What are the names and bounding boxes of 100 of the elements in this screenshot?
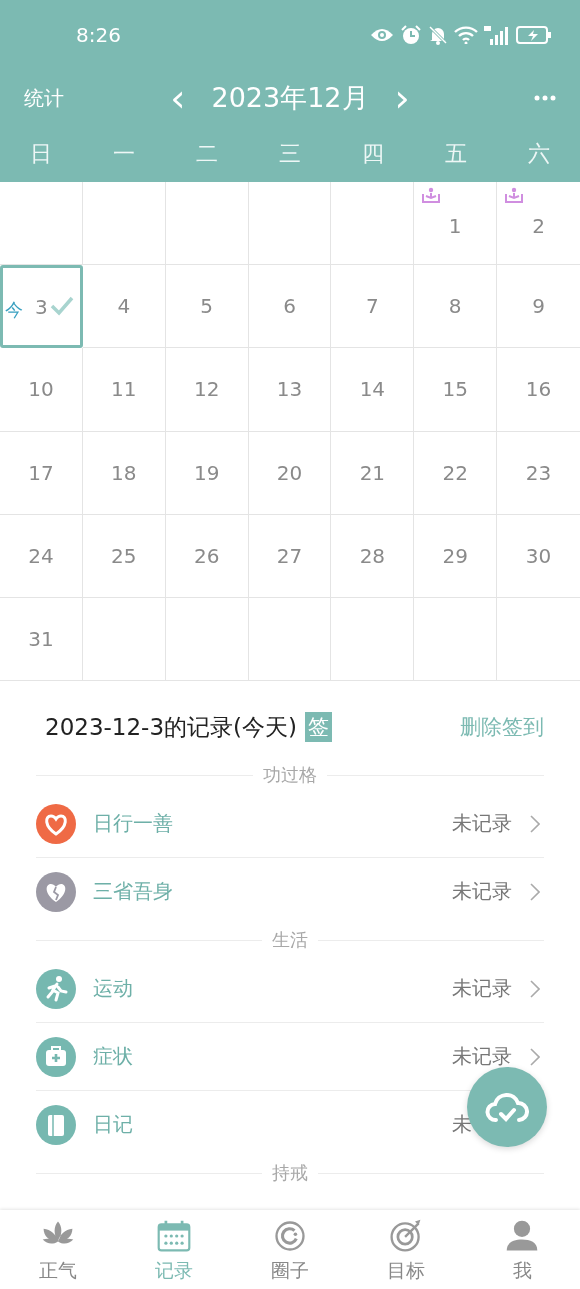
month-title: 2023年12月 (211, 81, 369, 115)
day-number: 16 (525, 377, 552, 402)
record-item-label[interactable]: 日记 (93, 1111, 133, 1139)
day-cell[interactable]: 15 (414, 348, 498, 432)
day-cell[interactable]: 19 (165, 431, 249, 515)
day-cell[interactable]: 2 (497, 182, 580, 266)
delete-sign-in-link[interactable]: 删除签到 (460, 713, 544, 742)
day-number: 7 (366, 294, 379, 319)
day-cell[interactable]: 13 (248, 348, 332, 432)
nav-tab[interactable]: 记录 (116, 1210, 232, 1289)
day-number: 27 (276, 543, 303, 568)
chevron-right-icon (530, 814, 540, 833)
day-number: 20 (276, 460, 303, 485)
day-cell[interactable]: 5 (165, 265, 249, 349)
day-cell[interactable]: 20 (248, 431, 332, 515)
weekday-label: 二 (195, 140, 220, 168)
weekday-label: 四 (360, 140, 385, 168)
day-cell[interactable]: 30 (497, 514, 580, 598)
day-cell[interactable]: 18 (82, 431, 166, 515)
day-cell[interactable]: 23 (497, 431, 580, 515)
day-number: 11 (111, 377, 137, 402)
day-number: 21 (359, 460, 386, 485)
day-number: 5 (200, 294, 213, 319)
record-status: 未 (452, 1111, 473, 1139)
day-number: 25 (111, 543, 137, 568)
wifi-icon (454, 26, 478, 44)
chevron-right-icon (530, 882, 540, 901)
weekday-label: 一 (112, 140, 137, 168)
eye-icon (370, 27, 394, 43)
nav-tab[interactable]: 正气 (0, 1210, 116, 1289)
day-number: 10 (28, 377, 54, 402)
day-cell[interactable]: 31 (0, 597, 83, 682)
day-cell[interactable]: 今 3 (0, 265, 83, 349)
day-number: 15 (442, 377, 468, 402)
day-cell[interactable]: 24 (0, 514, 83, 598)
nav-tab[interactable]: 目标 (348, 1210, 464, 1289)
day-cell[interactable]: 14 (331, 348, 415, 432)
nav-tab[interactable]: 我 (464, 1210, 580, 1289)
day-cell[interactable]: 25 (82, 514, 166, 598)
weekday-label: 六 (526, 140, 551, 168)
day-number: 3 (35, 294, 48, 319)
day-number: 19 (193, 460, 220, 485)
weekday-label: 日 (29, 140, 54, 168)
record-status: 未记录 (452, 878, 513, 906)
battery-icon (516, 25, 552, 45)
day-cell[interactable]: 29 (414, 514, 498, 598)
day-cell[interactable]: 7 (331, 265, 415, 349)
day-cell[interactable]: 16 (497, 348, 580, 432)
day-number: 13 (276, 377, 303, 402)
more-icon[interactable] (534, 95, 556, 101)
today-label: 今 (5, 298, 23, 323)
day-cell[interactable]: 28 (331, 514, 415, 598)
day-cell[interactable]: 22 (414, 431, 498, 515)
day-number: 18 (111, 460, 137, 485)
day-number: 4 (117, 294, 131, 319)
day-number: 12 (193, 377, 220, 402)
day-cell[interactable]: 9 (497, 265, 580, 349)
day-cell[interactable]: 12 (165, 348, 249, 432)
day-cell[interactable]: 10 (0, 348, 83, 432)
record-item-label[interactable]: 三省吾身 (93, 878, 173, 906)
day-cell[interactable]: 11 (82, 348, 166, 432)
calendar-icon (156, 1218, 192, 1254)
record-status: 未记录 (452, 1043, 513, 1071)
record-status: 未记录 (452, 975, 513, 1003)
day-cell[interactable]: 6 (248, 265, 332, 349)
section-heading: 生活 (272, 928, 308, 953)
day-cell[interactable]: 27 (248, 514, 332, 598)
day-number: 8 (448, 294, 462, 319)
day-cell[interactable]: 17 (0, 431, 83, 515)
day-cell[interactable]: 8 (414, 265, 498, 349)
nav-tab[interactable]: 圈子 (232, 1210, 348, 1289)
status-time: 8:26 (76, 23, 121, 47)
day-number: 28 (359, 543, 386, 568)
day-cell[interactable]: 26 (165, 514, 249, 598)
day-number: 30 (525, 543, 552, 568)
record-item-label[interactable]: 症状 (93, 1043, 133, 1071)
record-status: 未记录 (452, 810, 513, 838)
section-heading: 持戒 (272, 1161, 308, 1186)
record-item-label[interactable]: 日行一善 (93, 810, 173, 838)
day-number: 9 (532, 294, 545, 319)
day-cell[interactable]: 1 (414, 182, 498, 266)
next-month-button[interactable]: › (394, 79, 410, 117)
statistics-link[interactable]: 统计 (24, 84, 64, 112)
previous-month-button[interactable]: ‹ (170, 79, 186, 117)
day-number: 24 (28, 543, 54, 568)
signal-icon (484, 25, 510, 45)
cloud-check-icon (485, 1090, 529, 1124)
day-cell[interactable]: 21 (331, 431, 415, 515)
day-number: 26 (193, 543, 220, 568)
day-number: 1 (448, 214, 462, 239)
chevron-right-icon (530, 979, 540, 998)
day-number: 6 (283, 294, 296, 319)
alarm-icon (400, 25, 422, 45)
day-number: 31 (28, 627, 54, 652)
day-number: 22 (442, 460, 468, 485)
day-number: 23 (525, 460, 552, 485)
day-cell[interactable]: 4 (82, 265, 166, 349)
ring-icon (272, 1218, 308, 1254)
record-item-label[interactable]: 运动 (93, 975, 133, 1003)
day-number: 17 (28, 460, 54, 485)
